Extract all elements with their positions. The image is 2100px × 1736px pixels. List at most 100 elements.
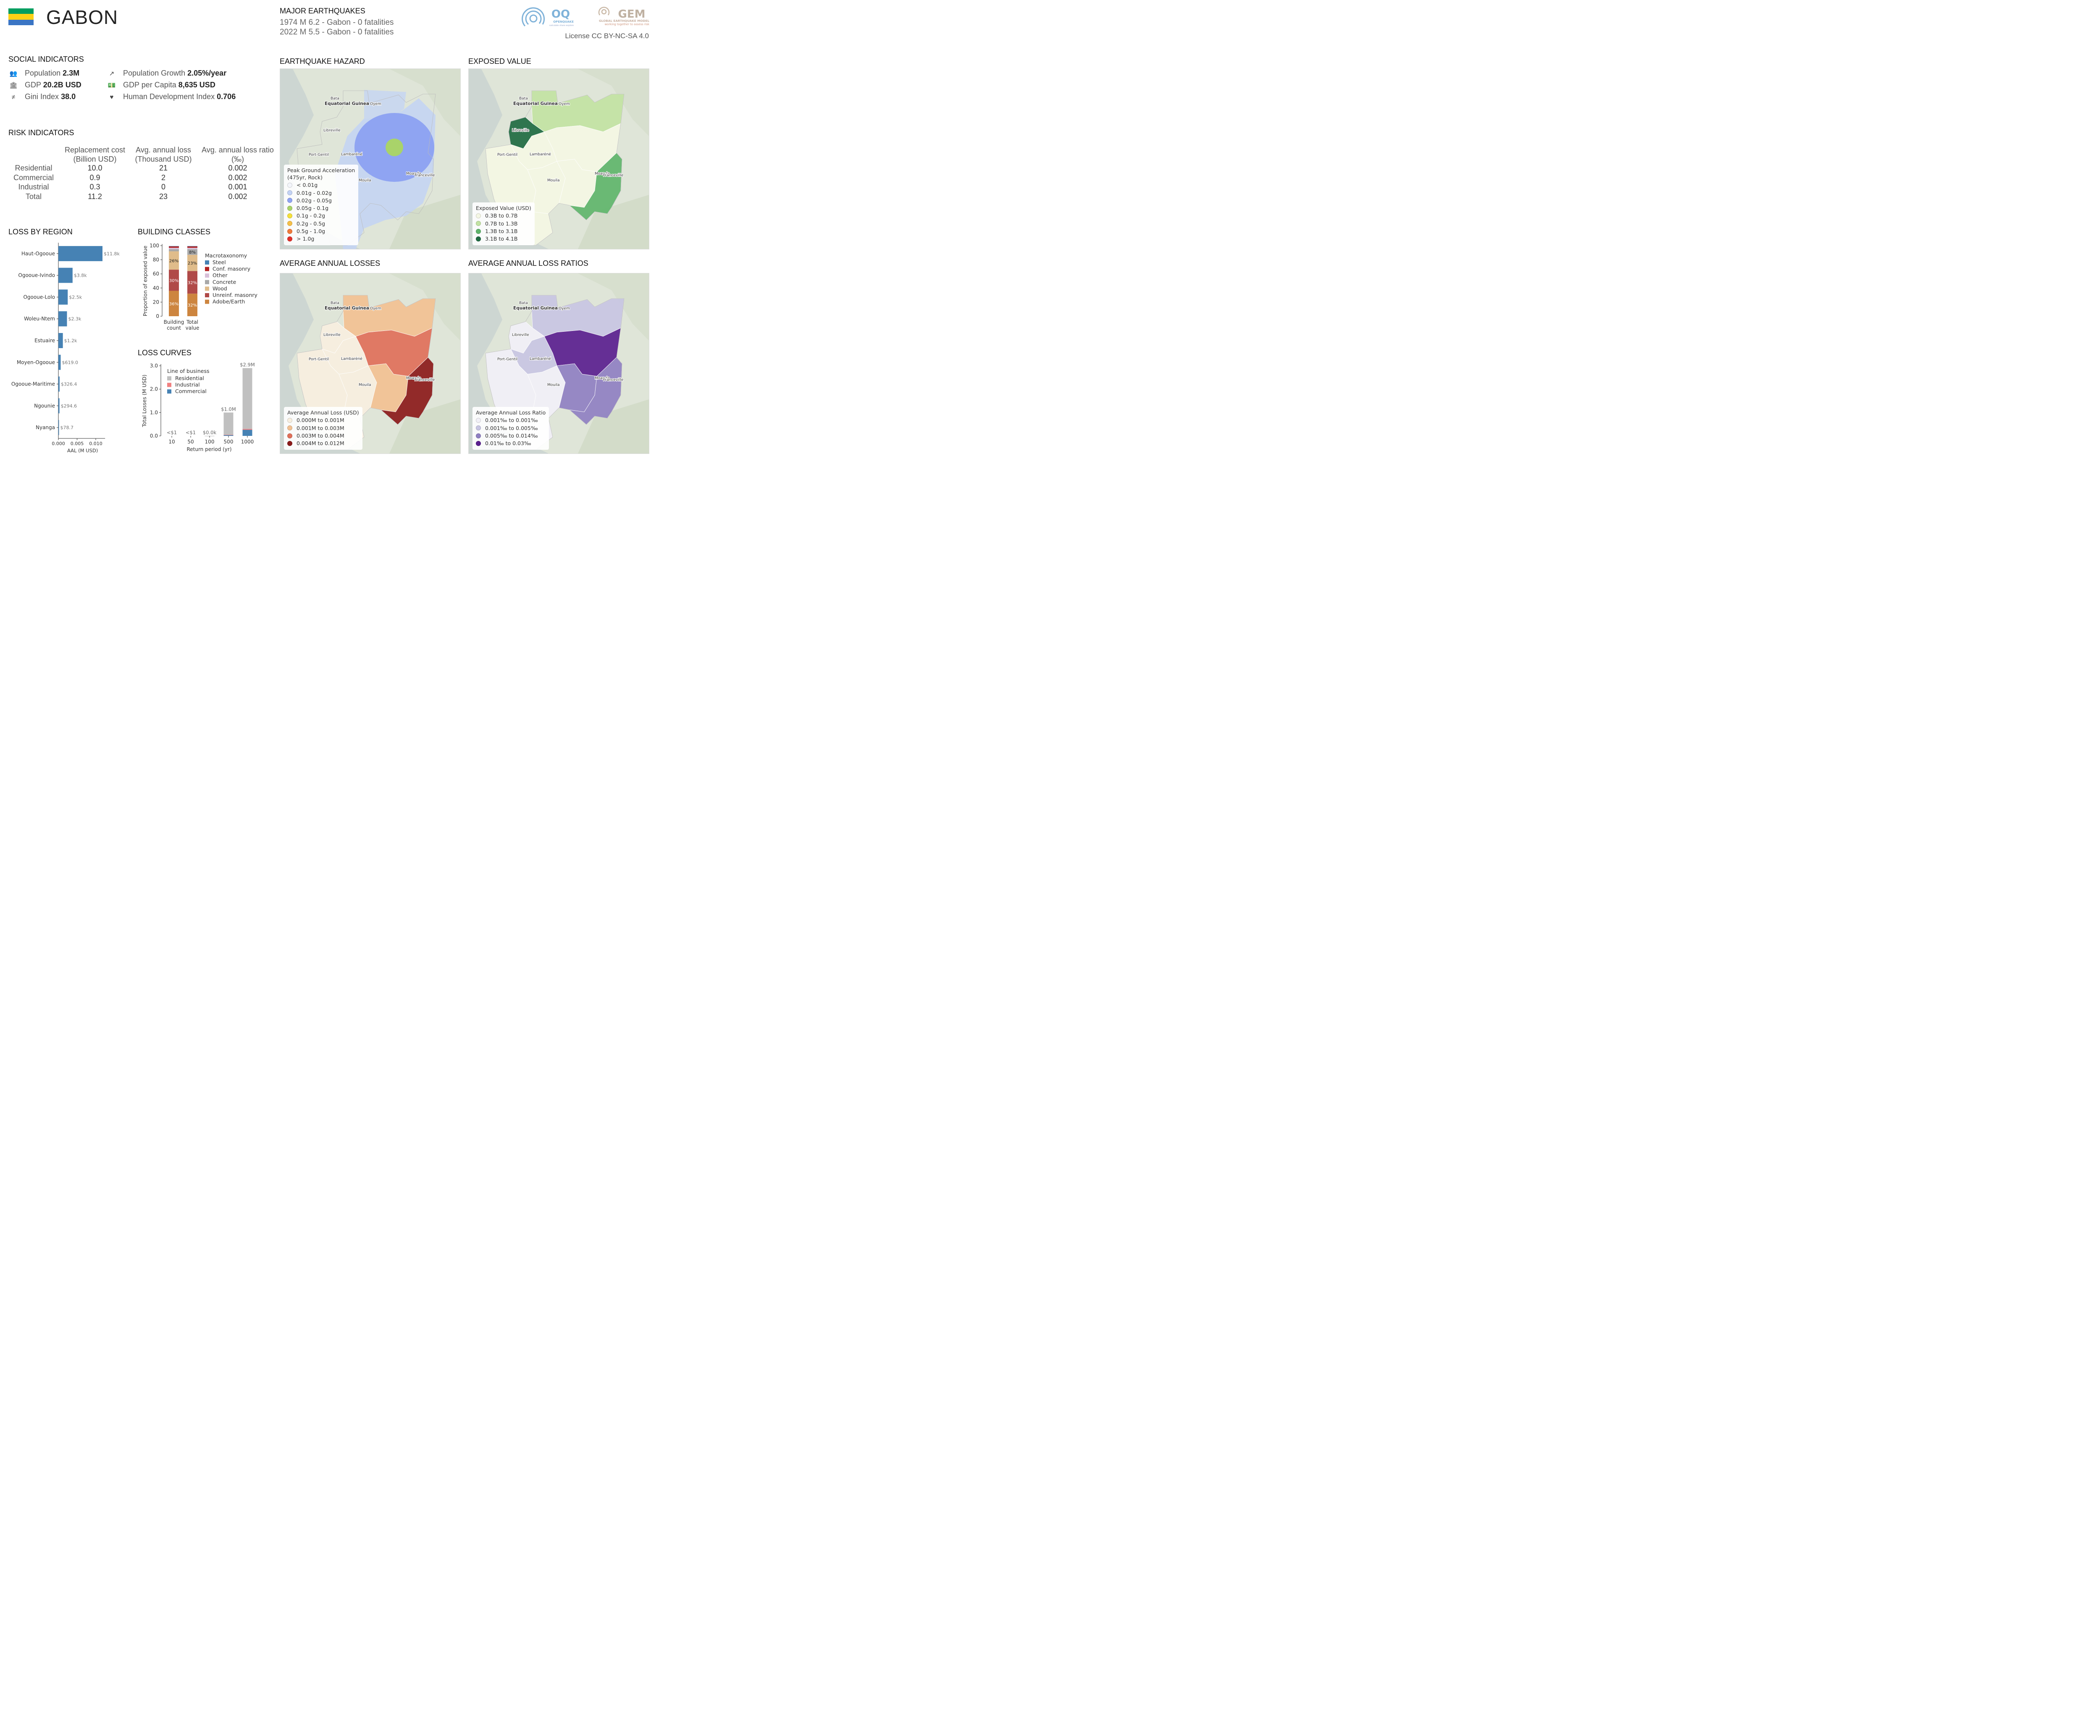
x-tick-label: Building [164, 319, 184, 325]
legend-label: Wood [213, 285, 227, 291]
place-label-bata: Bata [331, 301, 339, 305]
place-label-oyem: Oyem [370, 307, 381, 311]
category-label: Ngounie [34, 403, 55, 409]
legend-label: Adobe/Earth [213, 299, 245, 305]
exposed-map-title: EXPOSED VALUE [468, 57, 531, 66]
indicator-gdp: 🏛 GDP 20.2B USD [8, 81, 81, 89]
legend-swatch [205, 299, 209, 304]
place-label-equatorial-guinea: Equatorial Guinea [325, 101, 369, 106]
legend-swatch [287, 182, 292, 188]
legend-item: 0.1g - 0.2g [287, 212, 355, 220]
legend-label: 0.5g - 1.0g [297, 228, 326, 235]
legend-swatch [167, 383, 171, 387]
total-label: $1.0M [221, 406, 236, 412]
y-tick-label: 0.0 [150, 433, 158, 439]
data-label: $294.6 [61, 403, 77, 409]
legend-label: 0.003M to 0.004M [297, 433, 344, 439]
indicator-hdi: ♥ Human Development Index 0.706 [107, 92, 236, 101]
place-label-franceville: Franceville [603, 378, 624, 382]
legend-swatch [476, 236, 481, 241]
place-label-lambarene: Lambaréné [530, 357, 551, 361]
legend-label: Industrial [175, 382, 200, 388]
legend-swatch [476, 433, 481, 438]
bar [58, 267, 73, 283]
legend-label: 0.001‰ to 0.001‰ [485, 417, 538, 424]
gem-logo: GEM GLOBAL EARTHQUAKE MODEL working toge… [598, 7, 649, 26]
bar [58, 376, 60, 392]
legend-label: 0.001M to 0.003M [297, 425, 344, 431]
indicator-gini: ≠ Gini Index 38.0 [8, 92, 76, 101]
bank-icon: 🏛 [9, 82, 18, 89]
legend-title: Average Annual Loss Ratio [476, 409, 546, 416]
y-tick-label: 20 [153, 299, 159, 305]
risk-col-header: Avg. annual loss ratio (‰) [202, 146, 274, 163]
legend-swatch [287, 190, 292, 196]
license-text: License CC BY-NC-SA 4.0 [565, 32, 649, 40]
data-label: $3.8k [74, 273, 87, 278]
legend-swatch [287, 205, 292, 211]
total-label: <$1 [167, 430, 177, 435]
country-flag [8, 8, 34, 25]
legend-item: 0.005‰ to 0.014‰ [476, 432, 546, 439]
legend-item: 0.001‰ to 0.005‰ [476, 424, 546, 432]
risk-row: Residential 10.0 21 0.002 [15, 164, 247, 172]
legend-item: 3.1B to 4.1B [476, 235, 531, 243]
place-label-equatorial-guinea: Equatorial Guinea [513, 101, 558, 106]
legend-label: 0.001‰ to 0.005‰ [485, 425, 538, 431]
aal-map[interactable]: Bata Equatorial Guinea Oyem Libreville Port-… [280, 273, 461, 454]
legend-label: Steel [213, 259, 226, 265]
y-tick-label: 40 [153, 285, 159, 291]
bar [58, 420, 59, 435]
bar [58, 354, 61, 370]
legend-item: 0.02g - 0.05g [287, 197, 355, 204]
place-label-lambarene: Lambaréné [341, 152, 362, 157]
category-label: Moyen-Ogooue [17, 359, 55, 365]
place-label-port-gentil: Port-Gentil [497, 357, 517, 362]
legend-swatch [205, 273, 209, 278]
category-label: Haut-Ogooue [21, 251, 55, 257]
flag-stripe-yellow [8, 14, 34, 20]
legend-item: 0.5g - 1.0g [287, 227, 355, 235]
indicator-population-growth: ↗ Population Growth 2.05%/year [107, 69, 227, 78]
place-label-equatorial-guinea: Equatorial Guinea [513, 306, 558, 311]
aal-ratio-map[interactable]: Bata Equatorial Guinea Oyem Libreville Port-… [468, 273, 649, 454]
place-label-libreville: Libreville [323, 333, 341, 337]
legend-swatch [287, 198, 292, 203]
place-label-bata: Bata [331, 97, 339, 101]
legend-item: > 1.0g [287, 235, 355, 243]
total-label: $2.9M [240, 362, 255, 368]
legend-label: 0.02g - 0.05g [297, 197, 332, 204]
legend-item: < 0.01g [287, 181, 355, 189]
legend-label: 0.01‰ to 0.03‰ [485, 440, 531, 447]
map-legend: Peak Ground Acceleration (475yr, Rock) < 0… [284, 164, 359, 245]
data-label: 26% [169, 259, 178, 263]
y-tick-label: 1.0 [150, 409, 158, 415]
legend-swatch [205, 260, 209, 265]
legend-swatch [205, 286, 209, 291]
place-label-libreville: Libreville [512, 128, 529, 133]
x-tick-label: 500 [224, 439, 234, 445]
legend-title: Peak Ground Acceleration [287, 167, 355, 173]
data-label: 8% [189, 250, 196, 255]
bar [58, 289, 68, 305]
money-icon: 💵 [108, 82, 116, 89]
hazard-map[interactable]: Bata Equatorial Guinea Oyem Libreville Port-… [280, 68, 461, 249]
risk-table: Replacement cost (Billion USD) Avg. annua… [8, 145, 277, 204]
country-title: GABON [46, 6, 118, 28]
data-label: $619.0 [62, 360, 79, 365]
aalr-map-title: AVERAGE ANNUAL LOSS RATIOS [468, 259, 588, 267]
place-label-lambarene: Lambaréné [530, 152, 551, 157]
loss-by-region-title: LOSS BY REGION [8, 228, 73, 236]
exposed-value-map[interactable]: Bata Equatorial Guinea Oyem Libreville Port-… [468, 68, 649, 249]
not-equal-icon: ≠ [11, 94, 16, 101]
data-label: 23% [188, 261, 197, 266]
earthquake-event: 1974 M 6.2 - Gabon - 0 fatalities [280, 18, 394, 27]
legend-label: Concrete [213, 279, 236, 285]
y-tick-label: 2.0 [150, 386, 158, 392]
legend-subtitle: (475yr, Rock) [287, 174, 323, 181]
legend-title: Macrotaxonomy [205, 252, 247, 259]
loss-by-region-chart: Haut-Ogooue $11.8k Ogooue-Ivindo $3.8k Ogoou… [11, 243, 120, 454]
legend-label: Commercial [175, 388, 207, 394]
risk-row: Industrial 0.3 0 0.001 [18, 183, 247, 191]
total-label: $0.0k [203, 430, 217, 435]
